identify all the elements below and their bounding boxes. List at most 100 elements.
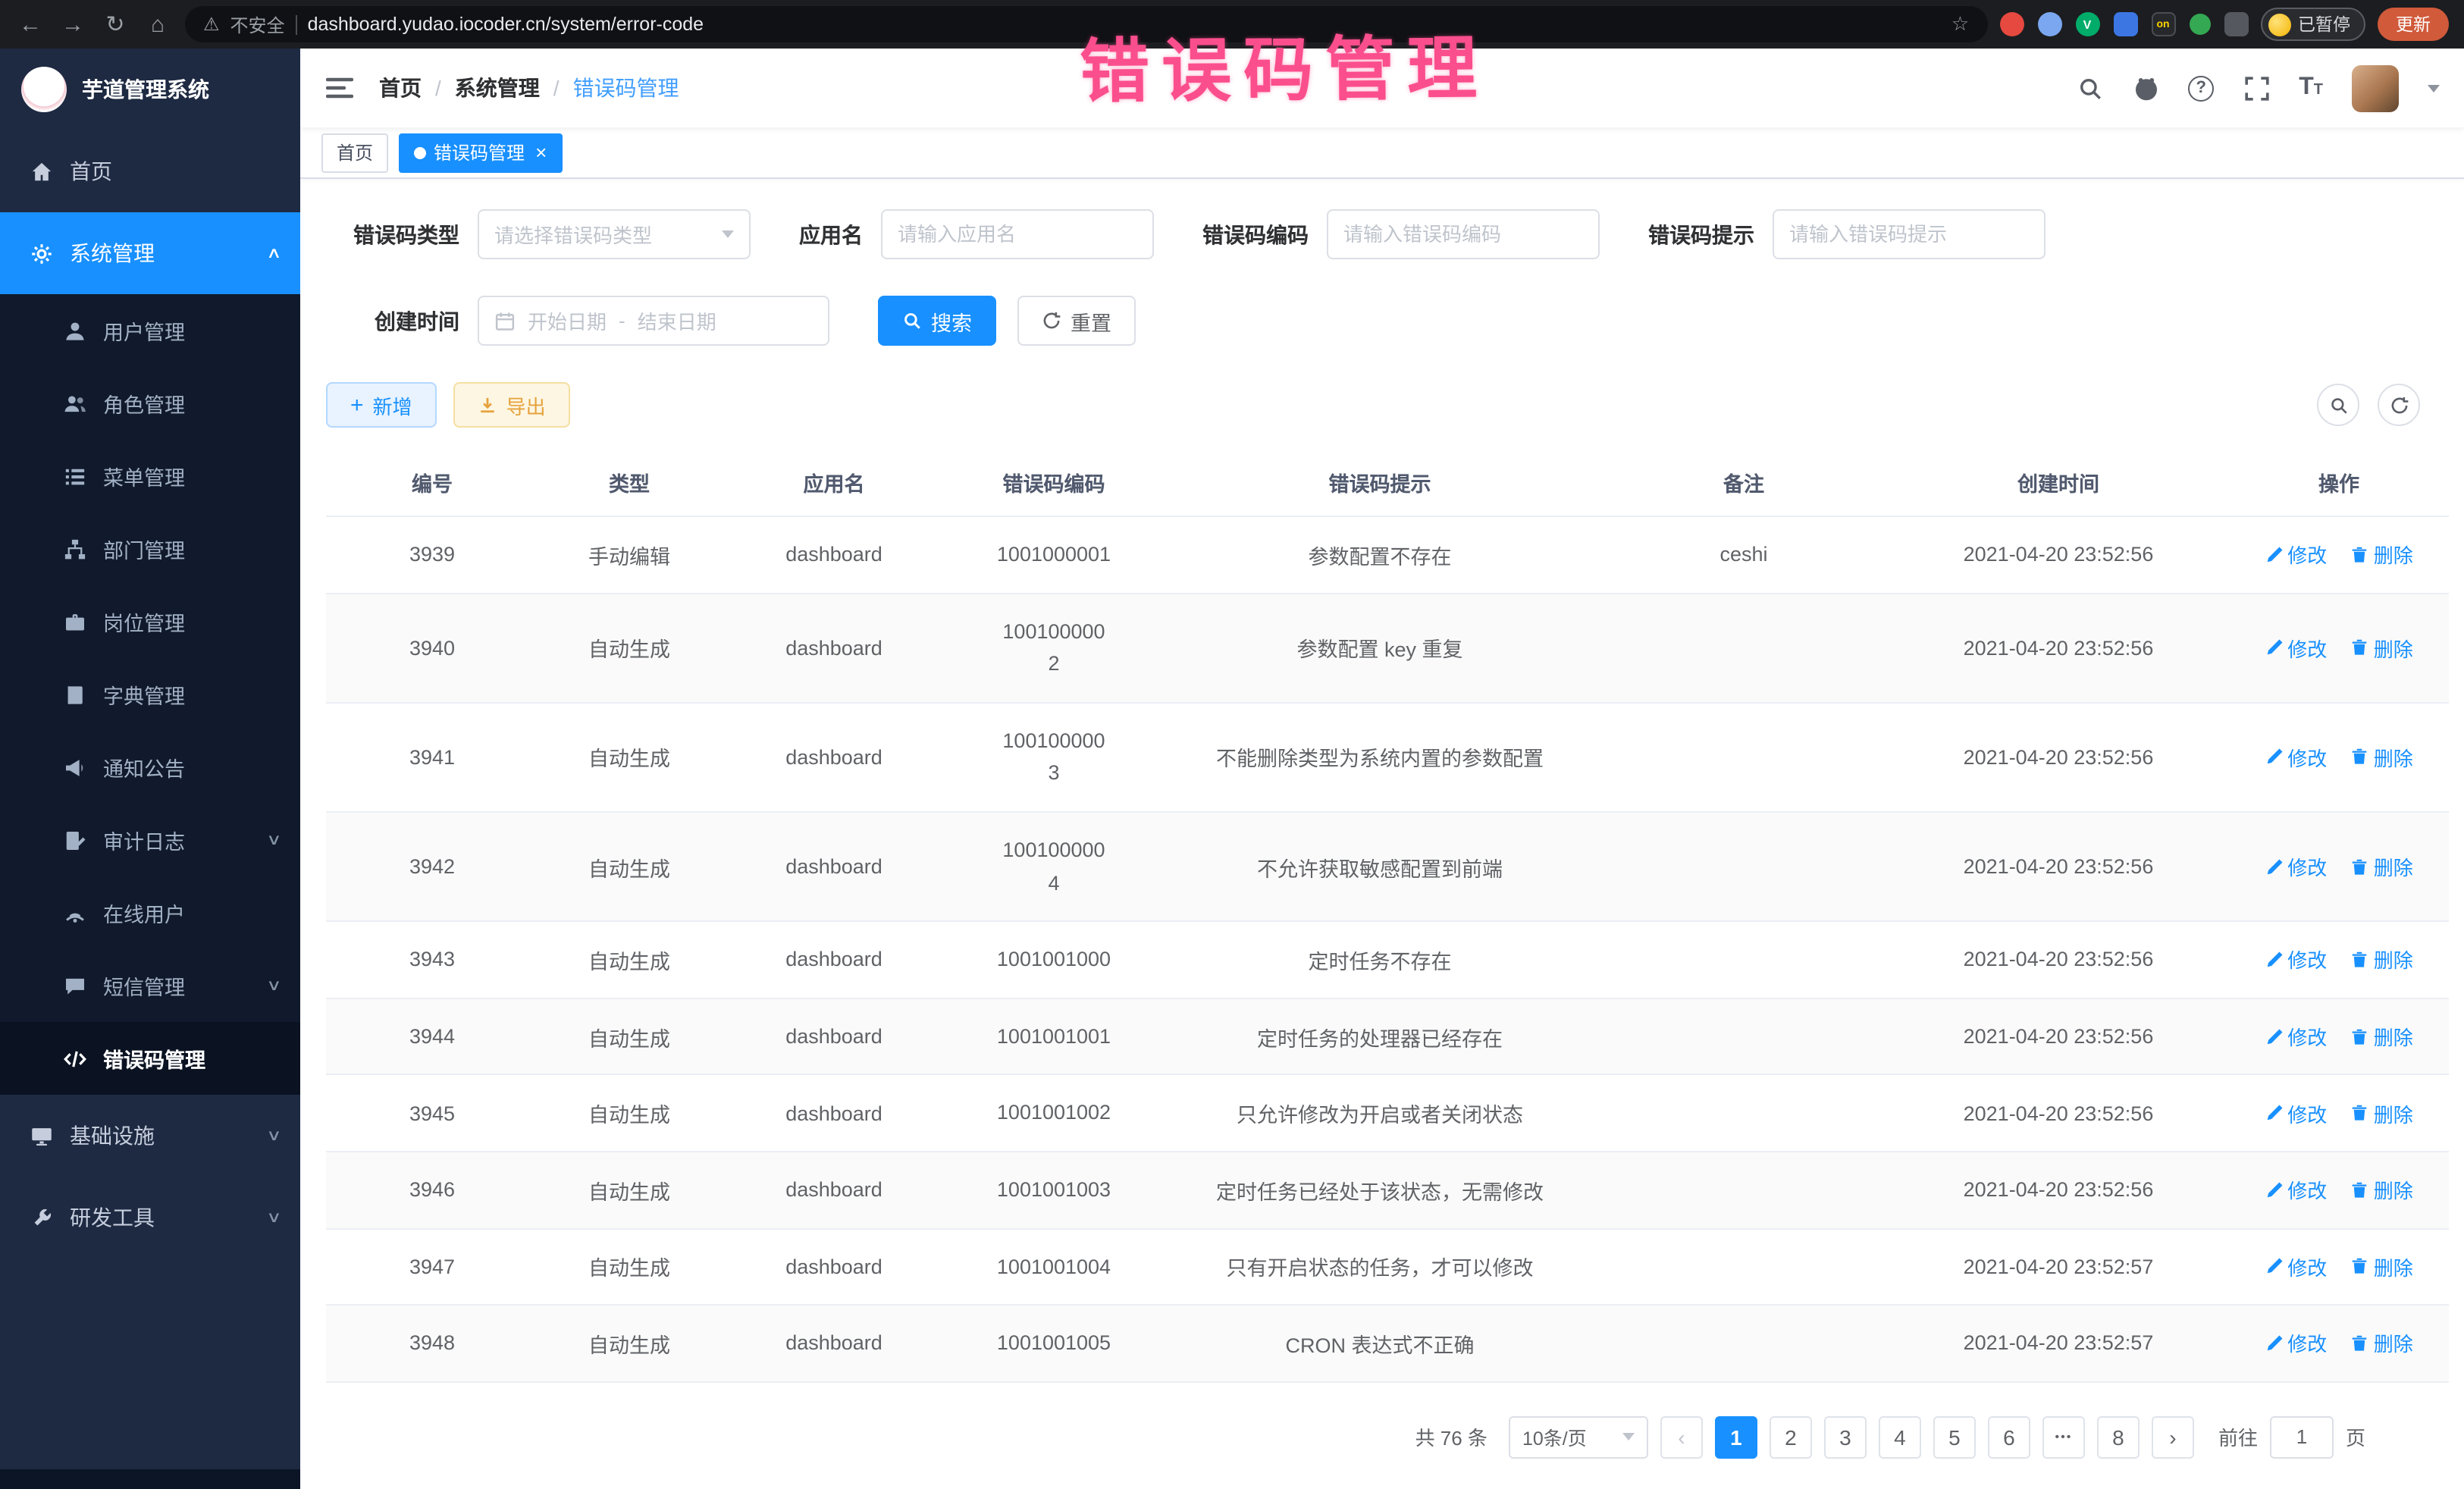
delete-link[interactable]: 删除: [2351, 1099, 2413, 1127]
reload-icon[interactable]: ↻: [100, 11, 130, 38]
page-size-select[interactable]: 10条/页: [1509, 1415, 1648, 1458]
delete-link[interactable]: 删除: [2351, 1252, 2413, 1281]
cell-remark: [1600, 1152, 1888, 1228]
font-size-icon[interactable]: [2299, 74, 2323, 102]
delete-link[interactable]: 删除: [2351, 541, 2413, 569]
help-icon[interactable]: ?: [2188, 75, 2214, 101]
reset-button[interactable]: 重置: [1017, 296, 1136, 346]
forward-icon[interactable]: →: [58, 11, 88, 37]
security-label[interactable]: 不安全: [230, 11, 285, 37]
page-button-5[interactable]: 5: [1933, 1415, 1976, 1458]
app-name-input[interactable]: [881, 209, 1154, 259]
tab-home[interactable]: 首页: [321, 133, 388, 172]
edit-link[interactable]: 修改: [2265, 633, 2327, 662]
page-button-4[interactable]: 4: [1879, 1415, 1921, 1458]
error-type-select[interactable]: 请选择错误码类型: [478, 209, 751, 259]
error-code-input[interactable]: [1327, 209, 1600, 259]
edit-link[interactable]: 修改: [2265, 541, 2327, 569]
app-logo[interactable]: 芋道管理系统: [0, 49, 300, 130]
user-avatar[interactable]: [2352, 64, 2399, 111]
search-button[interactable]: 搜索: [878, 296, 996, 346]
fullscreen-icon[interactable]: [2243, 74, 2270, 102]
page-button-6[interactable]: 6: [1988, 1415, 2030, 1458]
edit-link[interactable]: 修改: [2265, 945, 2327, 974]
error-code-label: 错误码编码: [1202, 219, 1309, 249]
edit-link[interactable]: 修改: [2265, 1252, 2327, 1281]
page-button-8[interactable]: 8: [2097, 1415, 2140, 1458]
error-hint-input[interactable]: [1773, 209, 2045, 259]
address-bar[interactable]: ⚠ 不安全 dashboard.yudao.iocoder.cn/system/…: [185, 6, 1987, 42]
delete-link[interactable]: 删除: [2351, 1175, 2413, 1204]
page-button-2[interactable]: 2: [1770, 1415, 1812, 1458]
delete-link[interactable]: 删除: [2351, 1329, 2413, 1358]
prev-page-button[interactable]: ‹: [1660, 1415, 1703, 1458]
sidebar-item-user-management[interactable]: 用户管理: [0, 294, 300, 367]
toggle-search-icon[interactable]: [2317, 384, 2359, 426]
browser-home-icon[interactable]: ⌂: [143, 11, 173, 37]
url-text[interactable]: dashboard.yudao.iocoder.cn/system/error-…: [308, 14, 1941, 35]
start-date-placeholder: 开始日期: [528, 306, 607, 335]
extension-icon-1[interactable]: [1999, 12, 2024, 36]
edit-link[interactable]: 修改: [2265, 1022, 2327, 1051]
delete-link[interactable]: 删除: [2351, 945, 2413, 974]
sidebar-item-role-management[interactable]: 角色管理: [0, 367, 300, 440]
search-icon[interactable]: [2076, 74, 2103, 102]
sidebar-item-home[interactable]: 首页: [0, 130, 300, 212]
sidebar-item-dept-management[interactable]: 部门管理: [0, 513, 300, 585]
update-button[interactable]: 更新: [2378, 8, 2449, 41]
back-icon[interactable]: ←: [15, 11, 45, 37]
page-button-1[interactable]: 1: [1715, 1415, 1757, 1458]
sidebar-item-post-management[interactable]: 岗位管理: [0, 585, 300, 658]
edit-link[interactable]: 修改: [2265, 743, 2327, 772]
github-icon[interactable]: [2132, 74, 2159, 102]
delete-link[interactable]: 删除: [2351, 743, 2413, 772]
sidebar-item-system-management[interactable]: 系统管理∧: [0, 212, 300, 294]
sidebar-item-audit-log[interactable]: 审计日志∨: [0, 804, 300, 876]
pencil-icon: [2265, 1334, 2283, 1353]
goto-page-input[interactable]: [2270, 1415, 2334, 1458]
extension-icon-3[interactable]: V: [2075, 12, 2099, 36]
bookmark-star-icon[interactable]: ☆: [1951, 12, 1969, 36]
cell-app: dashboard: [720, 1305, 948, 1381]
add-button[interactable]: + 新增: [326, 382, 437, 428]
tab-error-code-management[interactable]: 错误码管理×: [399, 133, 562, 172]
breadcrumb-item[interactable]: 首页: [379, 73, 422, 103]
sidebar-item-dev-tools[interactable]: 研发工具∨: [0, 1177, 300, 1259]
extension-icon-2[interactable]: [2037, 12, 2061, 36]
breadcrumb-item[interactable]: 错误码管理: [573, 73, 679, 103]
dropdown-caret-icon[interactable]: [2428, 84, 2440, 92]
sidebar-item-notice[interactable]: 通知公告: [0, 731, 300, 804]
paused-badge[interactable]: 已暂停: [2260, 8, 2365, 41]
edit-link[interactable]: 修改: [2265, 852, 2327, 881]
sidebar-item-infrastructure[interactable]: 基础设施∨: [0, 1095, 300, 1177]
delete-link[interactable]: 删除: [2351, 633, 2413, 662]
close-icon[interactable]: ×: [535, 143, 547, 162]
extension-icon-7[interactable]: [2224, 12, 2248, 36]
sidebar-collapse-bar[interactable]: [0, 1469, 300, 1489]
export-button[interactable]: 导出: [453, 382, 570, 428]
cell-created: 2021-04-20 23:52:57: [1888, 1305, 2229, 1381]
edit-link[interactable]: 修改: [2265, 1175, 2327, 1204]
edit-link[interactable]: 修改: [2265, 1329, 2327, 1358]
page-button-3[interactable]: 3: [1824, 1415, 1867, 1458]
extension-icon-5[interactable]: [2151, 12, 2175, 36]
breadcrumb-item[interactable]: 系统管理: [455, 73, 540, 103]
trash-icon: [2351, 1334, 2369, 1353]
hamburger-icon[interactable]: [324, 73, 355, 103]
extension-icon-4[interactable]: [2113, 12, 2137, 36]
sidebar-item-online-users[interactable]: 在线用户: [0, 876, 300, 949]
page-ellipsis[interactable]: •••: [2042, 1415, 2085, 1458]
sidebar-item-sms-management[interactable]: 短信管理∨: [0, 949, 300, 1022]
extension-icon-6[interactable]: [2189, 14, 2210, 35]
edit-link[interactable]: 修改: [2265, 1099, 2327, 1127]
sidebar-item-label: 审计日志: [103, 825, 185, 855]
refresh-icon[interactable]: [2378, 384, 2420, 426]
delete-link[interactable]: 删除: [2351, 852, 2413, 881]
next-page-button[interactable]: ›: [2152, 1415, 2194, 1458]
date-range-picker[interactable]: 开始日期 - 结束日期: [478, 296, 829, 346]
sidebar-item-menu-management[interactable]: 菜单管理: [0, 440, 300, 513]
sidebar-item-dict-management[interactable]: 字典管理: [0, 658, 300, 731]
sidebar-item-error-code-management[interactable]: 错误码管理: [0, 1022, 300, 1095]
delete-link[interactable]: 删除: [2351, 1022, 2413, 1051]
pencil-icon: [2265, 638, 2283, 657]
